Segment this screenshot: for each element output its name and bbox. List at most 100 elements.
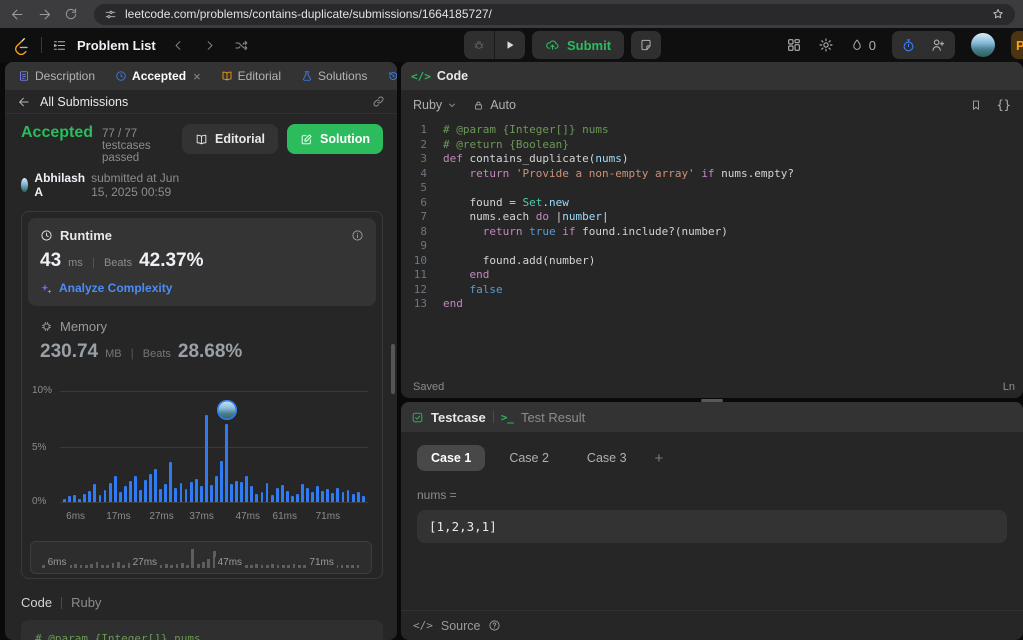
all-submissions-label[interactable]: All Submissions <box>40 95 128 109</box>
histogram-bar[interactable] <box>347 490 350 502</box>
histogram-bar[interactable] <box>129 481 132 502</box>
tab-code[interactable]: </> Code <box>411 69 468 83</box>
browser-forward-icon[interactable] <box>37 7 52 22</box>
debug-icon[interactable] <box>464 31 494 59</box>
leetcode-logo-icon[interactable] <box>12 36 31 55</box>
site-settings-icon[interactable] <box>104 8 117 21</box>
url-bar[interactable]: leetcode.com/problems/contains-duplicate… <box>94 4 1015 25</box>
histogram-bar[interactable] <box>210 485 213 502</box>
histogram-bar[interactable] <box>336 488 339 502</box>
solution-button[interactable]: Solution <box>287 124 383 154</box>
histogram-bar[interactable] <box>99 495 102 502</box>
random-problem-icon[interactable] <box>234 38 249 53</box>
histogram-bar[interactable] <box>296 494 299 502</box>
format-code-icon[interactable]: {} <box>997 98 1011 112</box>
submitted-code-block[interactable]: # @param {Integer[]} nums# @return {Bool… <box>21 620 383 640</box>
tab-testcase[interactable]: Testcase <box>411 410 486 425</box>
histogram-bar[interactable] <box>68 496 71 502</box>
note-button[interactable] <box>631 31 661 59</box>
left-panel-scrollbar[interactable] <box>391 344 395 394</box>
tab-test-result[interactable]: >_ Test Result <box>501 410 586 425</box>
histogram-bar[interactable] <box>88 491 91 502</box>
info-icon[interactable] <box>351 229 364 242</box>
histogram-bar[interactable] <box>139 490 142 502</box>
histogram-bar[interactable] <box>134 476 137 502</box>
tab-solutions[interactable]: Solutions <box>298 69 370 83</box>
case-3-tab[interactable]: Case 3 <box>573 445 641 471</box>
histogram-bar[interactable] <box>114 476 117 502</box>
browser-back-icon[interactable] <box>10 7 25 22</box>
histogram-bar[interactable] <box>200 486 203 502</box>
bookmark-icon[interactable] <box>970 99 982 111</box>
histogram-bar[interactable] <box>357 492 360 502</box>
copy-link-icon[interactable] <box>372 95 385 108</box>
histogram-bar[interactable] <box>109 483 112 502</box>
histogram-bar[interactable] <box>316 486 319 502</box>
histogram-bar[interactable] <box>73 495 76 502</box>
run-icon[interactable] <box>495 31 525 59</box>
histogram-bar[interactable] <box>119 492 122 502</box>
language-selector[interactable]: Ruby <box>413 98 457 112</box>
code-editor-content[interactable]: 1# @param {Integer[]} nums2# @return {Bo… <box>401 120 1023 376</box>
tab-submissions[interactable]: Submissions <box>384 69 397 83</box>
problem-list-icon[interactable] <box>52 38 67 53</box>
histogram-bar[interactable] <box>286 491 289 502</box>
histogram-bar[interactable] <box>311 492 314 502</box>
add-collaborator-icon[interactable] <box>930 37 946 53</box>
histogram-bar[interactable] <box>144 480 147 502</box>
analyze-complexity-link[interactable]: Analyze Complexity <box>40 281 364 295</box>
histogram-bar[interactable] <box>63 499 66 502</box>
case-2-tab[interactable]: Case 2 <box>495 445 563 471</box>
auto-mode-toggle[interactable]: Auto <box>473 98 516 112</box>
editorial-button[interactable]: Editorial <box>182 124 278 154</box>
histogram-bar[interactable] <box>266 483 269 502</box>
tab-accepted[interactable]: Accepted × <box>112 69 204 84</box>
histogram-bar[interactable] <box>190 482 193 502</box>
histogram-bar[interactable] <box>180 483 183 502</box>
panel-resize-handle[interactable] <box>401 398 1023 402</box>
testcase-input[interactable]: [1,2,3,1] <box>417 510 1007 543</box>
histogram-bar[interactable] <box>185 489 188 502</box>
histogram-bar[interactable] <box>174 488 177 502</box>
histogram-bar[interactable] <box>281 485 284 502</box>
histogram-bar[interactable] <box>83 494 86 502</box>
chart-range-brush[interactable]: 6ms27ms47ms71ms <box>30 541 372 574</box>
histogram-bar[interactable] <box>255 494 258 502</box>
back-arrow-icon[interactable] <box>17 95 31 109</box>
histogram-bar[interactable] <box>342 492 345 502</box>
stopwatch-icon[interactable] <box>901 38 916 53</box>
histogram-bar[interactable] <box>250 486 253 502</box>
histogram-bar[interactable] <box>301 484 304 502</box>
memory-block[interactable]: Memory 230.74 MB | Beats 28.68% <box>28 306 376 365</box>
streak-counter[interactable]: 0 <box>850 38 876 53</box>
user-avatar[interactable] <box>971 33 995 57</box>
histogram-bar[interactable] <box>362 496 365 502</box>
histogram-bar[interactable] <box>154 469 157 502</box>
histogram-bar[interactable] <box>124 486 127 502</box>
histogram-bar[interactable] <box>261 492 264 502</box>
submit-button[interactable]: Submit <box>532 31 624 59</box>
histogram-bar[interactable] <box>220 461 223 502</box>
source-label[interactable]: Source <box>441 619 481 633</box>
histogram-bar[interactable] <box>104 490 107 502</box>
next-problem-icon[interactable] <box>203 39 216 52</box>
settings-gear-icon[interactable] <box>818 37 834 53</box>
browser-reload-icon[interactable] <box>64 7 78 21</box>
layout-grid-icon[interactable] <box>786 37 802 53</box>
histogram-bar[interactable] <box>93 484 96 502</box>
histogram-bar[interactable] <box>78 499 81 502</box>
case-1-tab[interactable]: Case 1 <box>417 445 485 471</box>
histogram-bar[interactable] <box>276 488 279 502</box>
histogram-bar[interactable] <box>164 484 167 502</box>
histogram-bar[interactable] <box>159 489 162 502</box>
author-name[interactable]: Abhilash A <box>34 171 85 199</box>
histogram-bar[interactable] <box>169 462 172 502</box>
tab-editorial[interactable]: Editorial <box>218 69 284 83</box>
histogram-bar[interactable] <box>326 489 329 502</box>
add-case-button[interactable]: + <box>651 450 668 467</box>
close-tab-icon[interactable]: × <box>193 69 201 84</box>
histogram-bar[interactable] <box>149 474 152 502</box>
histogram-bar[interactable] <box>352 494 355 502</box>
histogram-bar[interactable] <box>245 476 248 502</box>
histogram-bar[interactable] <box>215 476 218 502</box>
